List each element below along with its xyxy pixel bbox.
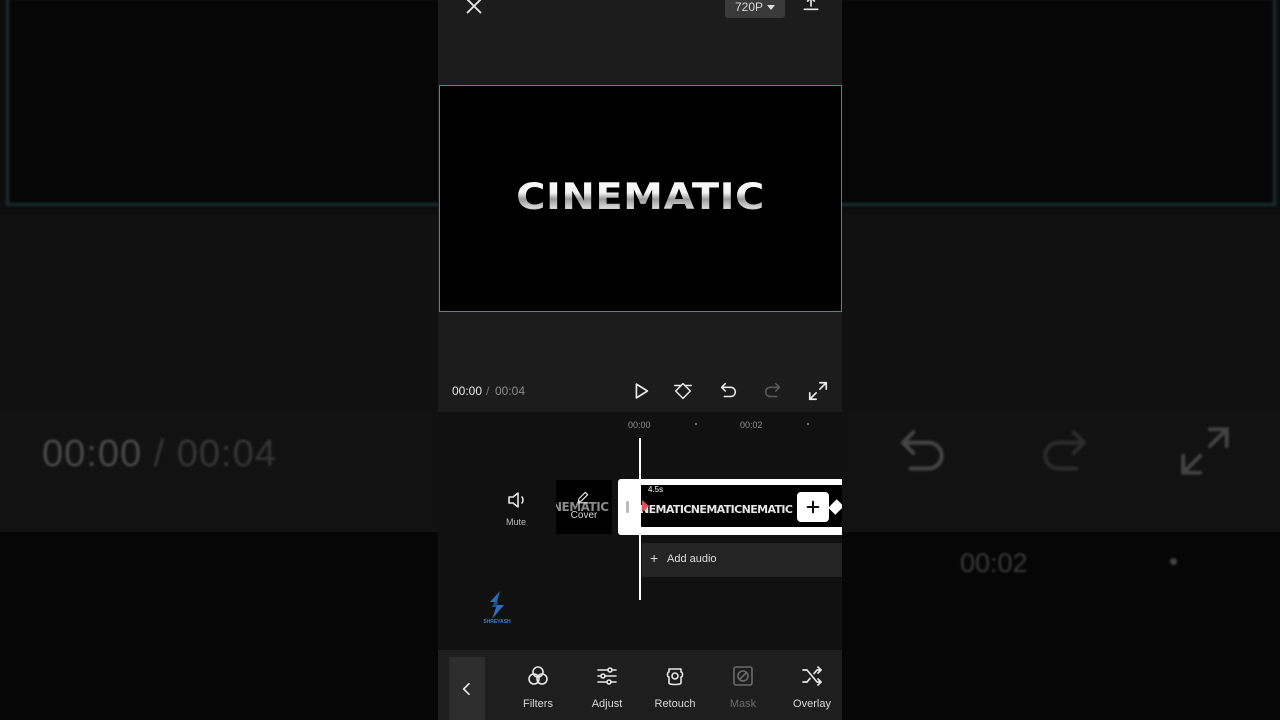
- filters-icon: [528, 666, 548, 685]
- bg-time-total: 00:04: [176, 433, 277, 475]
- current-time: 00:00: [452, 384, 483, 398]
- keyframe-icon[interactable]: [672, 380, 694, 402]
- tool-label: Adjust: [591, 698, 623, 710]
- add-clip-button[interactable]: [797, 492, 829, 522]
- plus-icon: [806, 500, 820, 514]
- top-bar: 720P: [438, 0, 842, 24]
- add-audio-button[interactable]: + Add audio: [642, 543, 842, 577]
- timeline[interactable]: 00:00 00:02 Mute NEMATIC Cover NEMATICNE…: [438, 412, 842, 652]
- fullscreen-icon[interactable]: [807, 380, 829, 402]
- tool-label: Overlay: [793, 698, 831, 710]
- export-icon[interactable]: [800, 0, 822, 16]
- volume-icon[interactable]: [504, 488, 530, 512]
- tool-label: Retouch: [654, 698, 696, 710]
- bg-ruler-dot: [1170, 558, 1177, 565]
- add-audio-label: Add audio: [667, 553, 717, 565]
- bg-time-current: 00:00: [42, 433, 143, 475]
- total-time: 00:04: [495, 384, 526, 398]
- adjust-icon: [597, 667, 617, 685]
- back-button[interactable]: [449, 657, 485, 720]
- ruler-label: 00:00: [628, 420, 651, 430]
- clip-trim-handle[interactable]: [626, 501, 629, 513]
- ruler-dot: [807, 423, 809, 425]
- retouch-icon: [666, 668, 684, 686]
- bottom-toolbar: Filters Adjust Retouch Mask Overlay: [438, 650, 842, 720]
- caret-down-icon: [767, 4, 776, 10]
- tool-mask[interactable]: Mask: [712, 664, 774, 710]
- playhead[interactable]: [639, 438, 641, 600]
- bg-time-display: 00:00 / 00:04: [42, 433, 277, 476]
- tool-adjust[interactable]: Adjust: [576, 664, 638, 710]
- video-editor-app: 720P CINEMATIC 00:00 / 00:04 00:00 00:02…: [438, 0, 842, 720]
- tool-overlay[interactable]: Overlay: [781, 664, 842, 710]
- mute-label[interactable]: Mute: [496, 517, 536, 527]
- playback-controls: 00:00 / 00:04: [438, 376, 842, 406]
- screen: 00:00 / 00:04 00:02 720P CINEMATIC 00:00…: [0, 0, 1280, 720]
- bg-ruler-label: 00:02: [960, 548, 1028, 578]
- bg-undo-icon: [900, 430, 944, 471]
- redo-icon[interactable]: [762, 380, 784, 402]
- bg-redo-icon: [1043, 430, 1087, 471]
- video-preview[interactable]: CINEMATIC: [439, 85, 842, 312]
- bg-time-separator: /: [153, 433, 166, 475]
- play-icon[interactable]: [630, 380, 652, 402]
- chevron-left-icon: [462, 682, 470, 695]
- bg-fullscreen-icon: [1181, 427, 1229, 475]
- overlay-icon: [802, 666, 822, 686]
- clip-start-marker: [642, 500, 649, 512]
- tool-filters[interactable]: Filters: [507, 664, 569, 710]
- tool-label: Filters: [523, 698, 553, 710]
- pencil-icon: [577, 491, 589, 504]
- undo-icon[interactable]: [717, 380, 739, 402]
- clip-duration: 4.5s: [648, 485, 664, 494]
- resolution-label: 720P: [734, 0, 764, 14]
- tool-retouch[interactable]: Retouch: [644, 664, 706, 710]
- time-separator: /: [486, 384, 490, 398]
- preview-title-text: CINEMATIC: [516, 175, 765, 218]
- close-icon[interactable]: [462, 0, 486, 18]
- ruler-label: 00:02: [740, 420, 763, 430]
- clip-frames-text: NEMATICNEMATICNEMATIC: [640, 503, 793, 516]
- mask-icon: [733, 666, 753, 686]
- watermark-logo-icon: [490, 591, 504, 619]
- cover-button[interactable]: NEMATIC Cover: [556, 480, 612, 534]
- add-audio-plus-icon: +: [650, 550, 659, 566]
- cover-label: Cover: [570, 510, 598, 521]
- ruler-dot: [695, 423, 697, 425]
- watermark-text: SHREYASH: [483, 619, 511, 625]
- resolution-dropdown[interactable]: 720P: [725, 0, 785, 18]
- tool-label: Mask: [729, 698, 757, 710]
- watermark-logo: SHREYASH: [482, 590, 512, 630]
